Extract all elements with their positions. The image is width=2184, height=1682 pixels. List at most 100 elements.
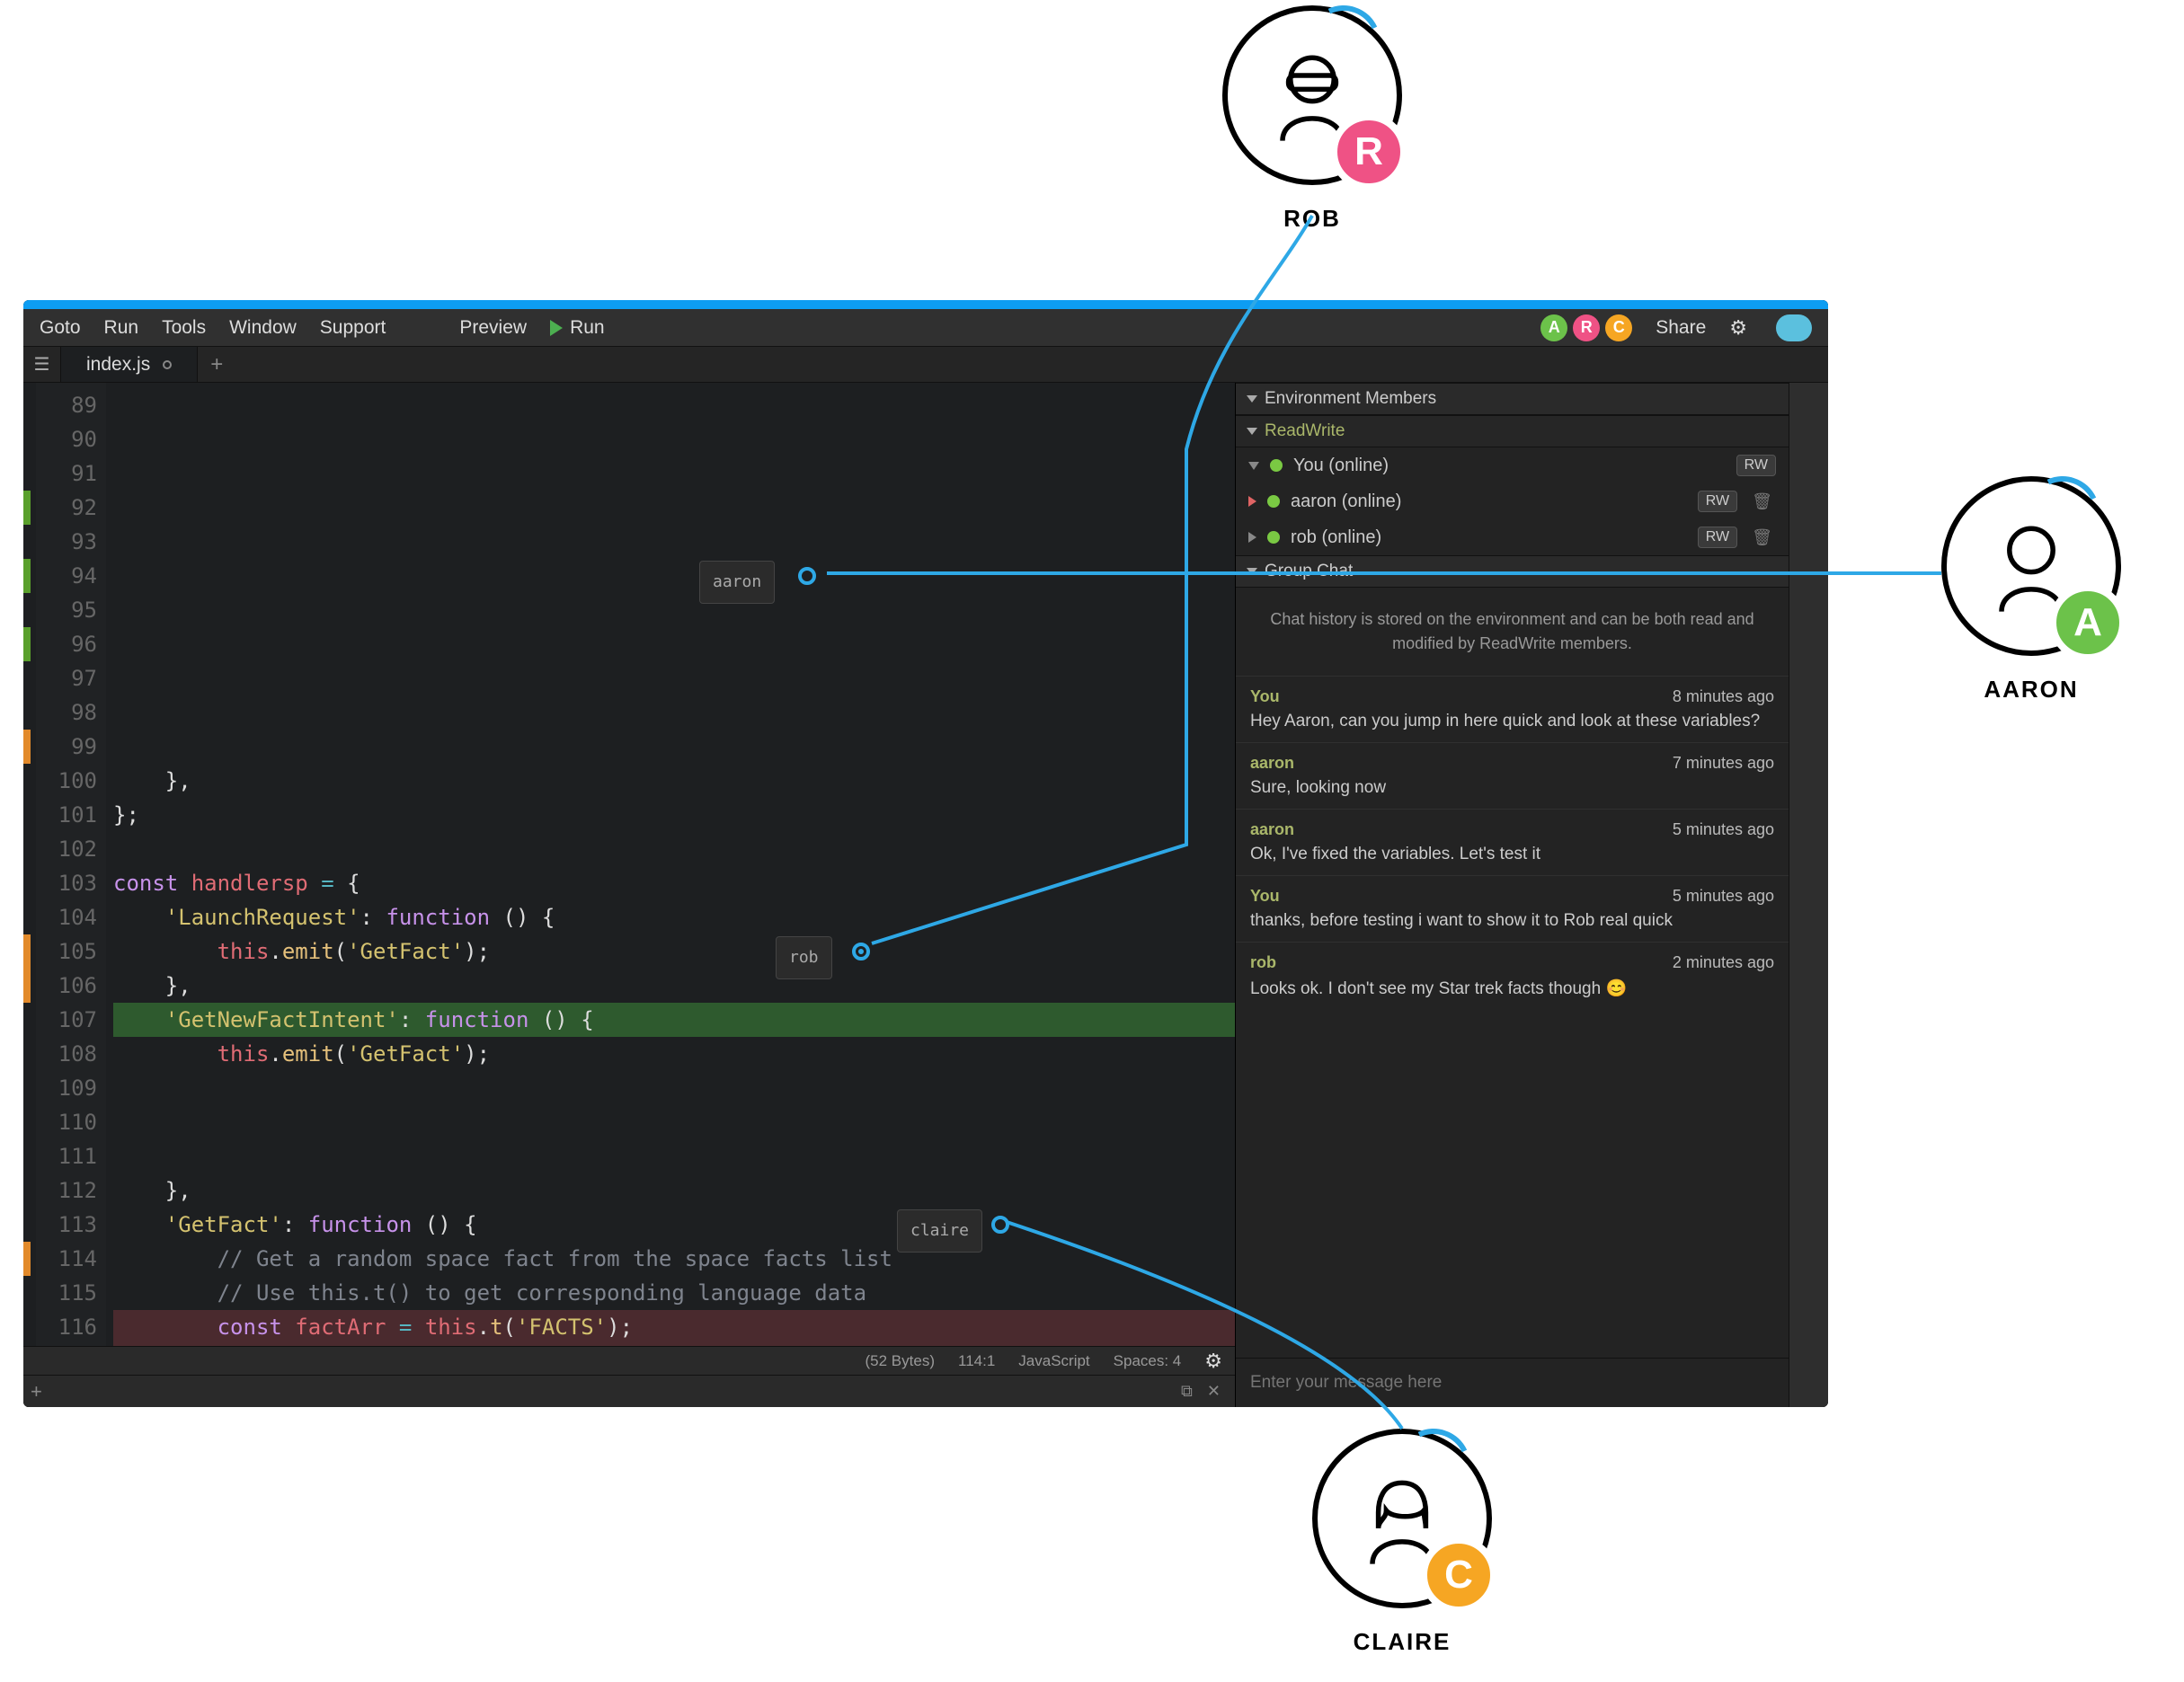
code-line[interactable]: 'GetFact': function () { [113,1208,1235,1242]
line-number: 115 [36,1276,97,1310]
dock-tab-aws[interactable]: AWS Resources [1719,776,1828,815]
code-line[interactable]: }, [113,764,1235,798]
trash-icon[interactable]: 🗑 [1748,492,1776,511]
online-dot-icon [1270,459,1283,472]
line-number: 97 [36,661,97,695]
line-number: 89 [36,388,97,422]
line-number: 110 [36,1105,97,1139]
menu-tools[interactable]: Tools [162,317,206,339]
member-row[interactable]: aaron (online)RW🗑 [1236,483,1789,519]
presence-rob-cursor [852,943,870,961]
status-spaces[interactable]: Spaces: 4 [1114,1352,1182,1370]
section-environment-members[interactable]: Environment Members [1236,383,1789,415]
code-line[interactable]: // Get a random space fact from the spac… [113,1242,1235,1276]
file-tree-icon[interactable]: ☰ [23,347,61,382]
cloud9-ide-window: Goto Run Tools Window Support Preview Ru… [23,300,1828,1407]
code-line[interactable]: 'LaunchRequest': function () { [113,900,1235,934]
line-number: 111 [36,1139,97,1173]
chat-message: aaron5 minutes agoOk, I've fixed the var… [1236,809,1789,875]
code-line[interactable]: this.emit('GetFact'); [113,1037,1235,1071]
permission-badge[interactable]: RW [1698,491,1737,512]
online-dot-icon [1267,531,1280,544]
dock-tab-debugger[interactable]: Debugger [1738,953,1828,992]
status-bytes: (52 Bytes) [866,1352,935,1370]
line-number: 106 [36,969,97,1003]
chevron-down-icon [1247,428,1257,435]
avatar-r[interactable]: R [1573,314,1600,341]
avatar-a[interactable]: A [1540,314,1567,341]
chat-info-text: Chat history is stored on the environmen… [1236,588,1789,676]
chat-timestamp: 8 minutes ago [1673,687,1774,706]
chevron-down-icon [1247,568,1257,575]
line-number: 99 [36,730,97,764]
line-number: 109 [36,1071,97,1105]
gutter-marker [23,627,31,661]
status-lang[interactable]: JavaScript [1018,1352,1089,1370]
section-group-chat[interactable]: Group Chat [1236,555,1789,588]
chat-text: Sure, looking now [1250,773,1774,798]
line-number: 103 [36,866,97,900]
split-icon[interactable]: ⧉ [1181,1382,1193,1401]
gutter-marker [23,969,31,1003]
dock-tab-collaborate[interactable]: Collaborate [1738,443,1828,482]
menu-window[interactable]: Window [229,317,297,339]
gear-icon[interactable]: ⚙ [1729,316,1747,340]
chat-sender: aaron [1250,754,1294,773]
person-aaron-label: AARON [1941,676,2121,704]
code-line[interactable] [113,1071,1235,1105]
line-number: 112 [36,1173,97,1208]
code-area[interactable]: },}; const handlersp = { 'LaunchRequest'… [106,383,1235,1346]
share-button[interactable]: Share [1656,317,1706,339]
chat-text: Ok, I've fixed the variables. Let's test… [1250,839,1774,864]
code-line[interactable] [113,832,1235,866]
gutter-marker [23,559,31,593]
status-gear-icon[interactable]: ⚙ [1204,1350,1222,1373]
code-line[interactable]: }, [113,969,1235,1003]
avatar-c[interactable]: C [1605,314,1632,341]
run-label: Run [570,317,605,339]
code-line[interactable]: 'GetNewFactIntent': function () { [113,1003,1235,1037]
code-line[interactable]: const factIndex = Math.floor(Math.random… [113,1344,1235,1346]
code-line[interactable]: }, [113,1173,1235,1208]
trash-icon[interactable]: 🗑 [1748,528,1776,547]
chat-sender: rob [1250,953,1276,972]
file-tab[interactable]: index.js [61,347,198,382]
menu-run[interactable]: Run [104,317,139,339]
close-icon[interactable] [163,360,172,369]
line-number: 102 [36,832,97,866]
section-readwrite[interactable]: ReadWrite [1236,415,1789,447]
chat-timestamp: 5 minutes ago [1673,887,1774,906]
code-line[interactable]: this.emit('GetFact'); [113,934,1235,969]
member-row[interactable]: You (online)RW [1236,447,1789,483]
preview-button[interactable]: Preview [459,317,527,339]
add-tab-button[interactable]: + [198,347,235,382]
menu-support[interactable]: Support [320,317,386,339]
code-line[interactable] [113,1139,1235,1173]
chat-sender: aaron [1250,820,1294,839]
code-line[interactable]: const handlersp = { [113,866,1235,900]
gutter-marker [23,934,31,969]
menu-goto[interactable]: Goto [40,317,81,339]
permission-badge[interactable]: RW [1698,527,1737,548]
gutter-markers [23,383,36,1346]
code-line[interactable]: // Use this.t() to get corresponding lan… [113,1276,1235,1310]
bottom-pane-tabs: + ⧉ ✕ [23,1375,1235,1407]
line-number: 113 [36,1208,97,1242]
code-line[interactable]: const factArr = this.t('FACTS'); [113,1310,1235,1344]
run-button[interactable]: Run [550,317,605,339]
right-dock-tabs: Collaborate Outline AWS Resources Debugg… [1789,383,1828,1407]
line-number: 105 [36,934,97,969]
code-line[interactable]: }; [113,798,1235,832]
badge-rob: R [1330,113,1407,190]
chat-input[interactable] [1250,1373,1774,1393]
dock-tab-outline[interactable]: Outline [1738,601,1828,640]
badge-aaron: A [2049,584,2126,661]
chat-text: Hey Aaron, can you jump in here quick an… [1250,706,1774,731]
code-line[interactable] [113,1105,1235,1139]
presence-claire-cursor [991,1216,1009,1234]
line-number: 96 [36,627,97,661]
add-panel-button[interactable]: + [31,1380,42,1403]
close-panel-icon[interactable]: ✕ [1207,1382,1221,1401]
member-row[interactable]: rob (online)RW🗑 [1236,519,1789,555]
code-editor[interactable]: 8990919293949596979899100101102103104105… [23,383,1235,1346]
